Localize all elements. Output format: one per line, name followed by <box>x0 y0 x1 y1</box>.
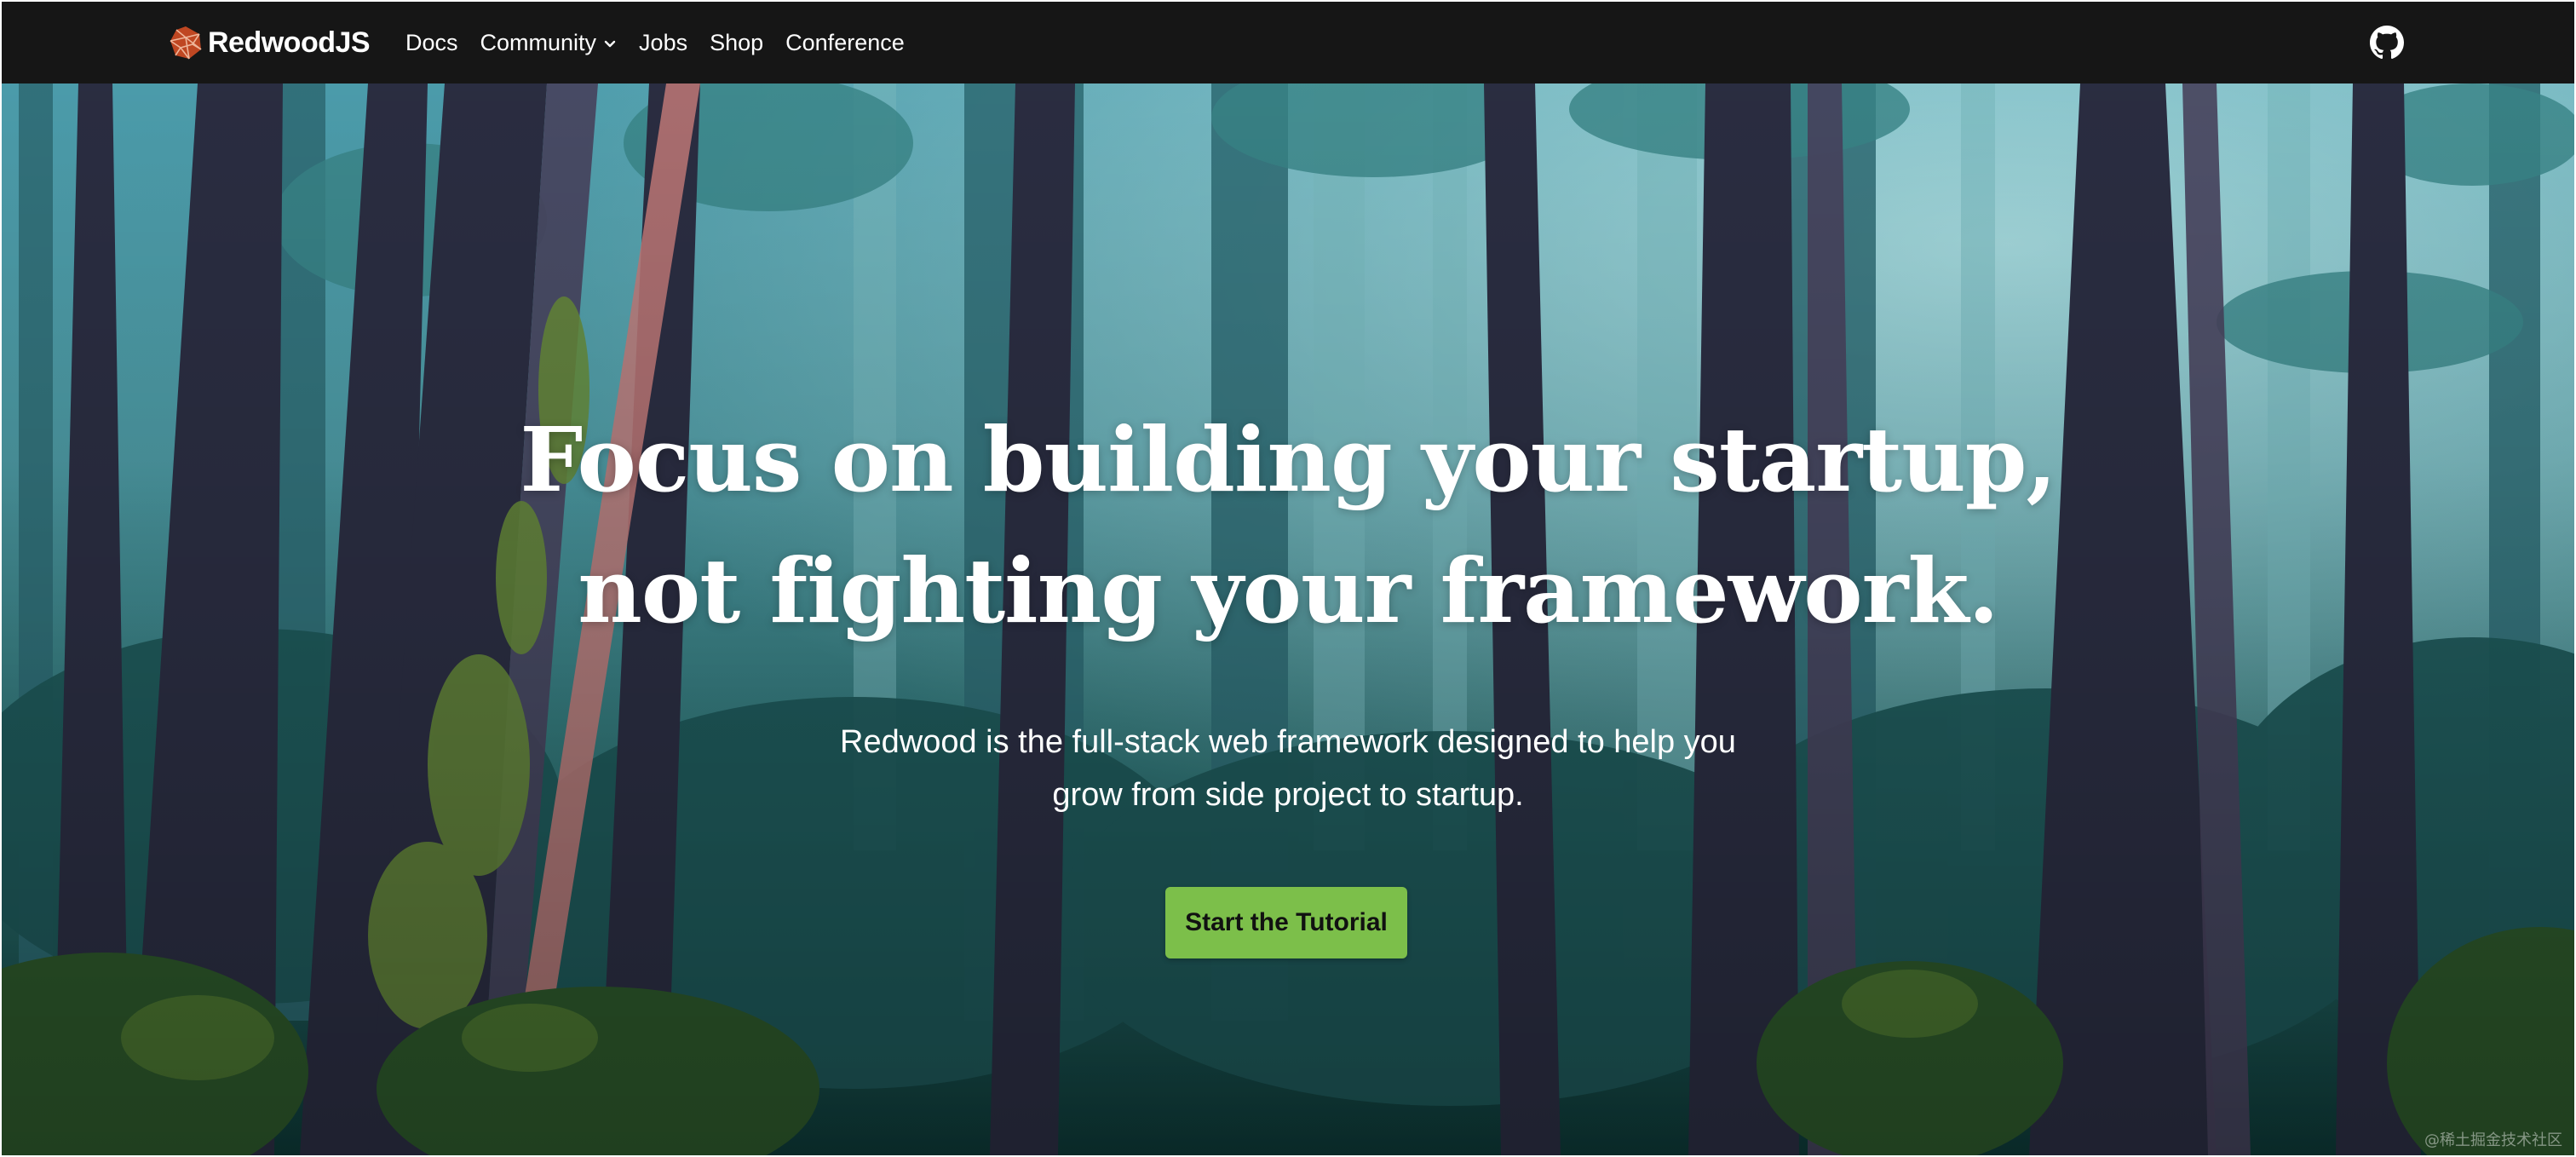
hero-subtitle-line-1: Redwood is the full-stack web framework … <box>840 724 1736 760</box>
hero-section: Focus on building your startup, not figh… <box>2 83 2574 1155</box>
hero-headline-line-1: Focus on building your startup, <box>520 407 2056 512</box>
nav-link-conference[interactable]: Conference <box>785 30 905 56</box>
nav-link-docs[interactable]: Docs <box>405 30 458 56</box>
top-navbar: RedwoodJS Docs Community Jobs Shop Confe… <box>2 2 2574 83</box>
github-icon[interactable] <box>2370 26 2404 60</box>
nav-link-community-label: Community <box>480 29 597 55</box>
chevron-down-icon <box>604 40 616 48</box>
hero-subtitle-line-2: grow from side project to startup. <box>1052 777 1524 813</box>
page: RedwoodJS Docs Community Jobs Shop Confe… <box>2 2 2574 1155</box>
hero-subtitle: Redwood is the full-stack web framework … <box>777 716 1799 821</box>
nav-link-jobs[interactable]: Jobs <box>639 30 687 56</box>
nav-link-community[interactable]: Community <box>480 30 618 56</box>
hero-headline-line-2: not fighting your framework. <box>578 538 1998 643</box>
nav-link-shop[interactable]: Shop <box>710 30 763 56</box>
watermark-text: @稀土掘金技术社区 <box>2424 1131 2562 1149</box>
hero-headline: Focus on building your startup, not figh… <box>2 394 2574 657</box>
nav-links: Docs Community Jobs Shop Conference <box>405 2 927 83</box>
brand-logo-link[interactable]: RedwoodJS <box>169 24 371 61</box>
start-tutorial-button[interactable]: Start the Tutorial <box>1165 887 1407 958</box>
brand-name: RedwoodJS <box>208 26 371 59</box>
redwood-logo-icon <box>170 26 202 60</box>
